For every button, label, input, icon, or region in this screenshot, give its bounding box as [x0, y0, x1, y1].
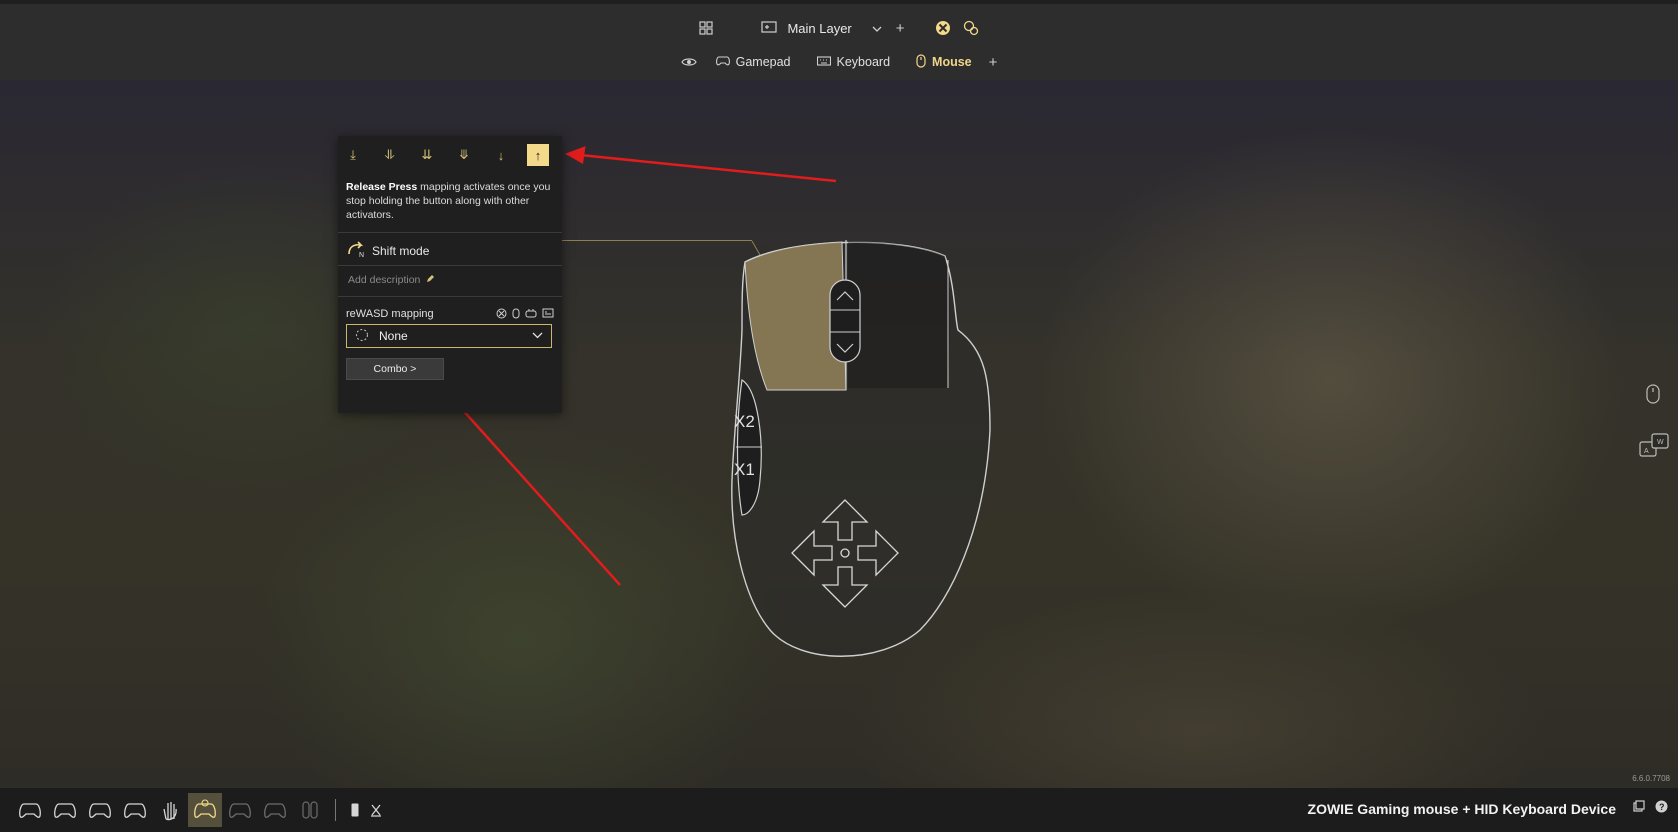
version-label: 6.6.0.7708 [1632, 774, 1670, 783]
right-button-zone [848, 241, 950, 388]
gamepad-icon[interactable] [118, 793, 152, 827]
joycon-icon[interactable] [293, 793, 327, 827]
device-name: ZOWIE Gaming mouse + HID Keyboard Device [1307, 801, 1616, 817]
divider [338, 265, 562, 266]
hand-icon[interactable] [153, 793, 187, 827]
window-icon[interactable] [1633, 800, 1645, 816]
activator-name: Release Press [346, 181, 418, 193]
double-press-icon[interactable]: ⇊ [416, 144, 438, 166]
svg-text:N: N [359, 252, 364, 258]
selected-mapping: None [379, 329, 408, 343]
remote-icon[interactable] [366, 793, 386, 827]
gamepad-icon[interactable] [83, 793, 117, 827]
mapping-type-icons [496, 308, 554, 322]
mapping-select[interactable]: None [346, 324, 552, 348]
gamepad-mapping-icon[interactable] [525, 308, 537, 322]
divider [335, 799, 336, 821]
mouse-keyboard-combo-icon[interactable] [188, 793, 222, 827]
mouse-mapping-icon[interactable] [512, 308, 520, 322]
dotted-circle-icon [355, 328, 369, 345]
activator-mode-row: ⤓ ⥥ ⇊ ⤋ ↓ ↑ [342, 144, 549, 166]
gamepad-icon[interactable] [258, 793, 292, 827]
long-press-icon[interactable]: ⥥ [379, 144, 401, 166]
triple-press-icon[interactable]: ⤋ [453, 144, 475, 166]
device-bar: ZOWIE Gaming mouse + HID Keyboard Device… [0, 788, 1678, 832]
bottom-right-icons: ? [1633, 800, 1668, 816]
divider [338, 232, 562, 233]
pencil-icon[interactable] [426, 274, 435, 286]
x1-label[interactable]: X1 [734, 460, 755, 480]
gamepad-icon[interactable] [13, 793, 47, 827]
shift-mode-label: Shift mode [372, 243, 430, 258]
help-icon[interactable]: ? [1655, 800, 1668, 816]
svg-text:?: ? [1659, 802, 1665, 812]
combo-button[interactable]: Combo > [346, 358, 444, 380]
shift-arrow-icon: N [346, 240, 366, 261]
x2-label[interactable]: X2 [734, 412, 755, 432]
gamepad-icon[interactable] [48, 793, 82, 827]
add-description-label: Add description [348, 274, 421, 286]
svg-text:W: W [1657, 439, 1664, 446]
svg-text:A: A [1644, 448, 1649, 455]
phone-icon[interactable] [345, 793, 365, 827]
divider [338, 296, 562, 297]
xbox-mapping-icon[interactable] [496, 308, 507, 322]
shift-mode-row[interactable]: N Shift mode [346, 240, 429, 261]
mapping-panel: ⤓ ⥥ ⇊ ⤋ ↓ ↑ Release Press mapping activa… [338, 136, 562, 413]
press-icon[interactable]: ↓ [490, 144, 512, 166]
keyboard-mapping-icon[interactable] [542, 308, 554, 322]
keyboard-overlay-icon[interactable]: AW [1638, 432, 1670, 463]
activator-description: Release Press mapping activates once you… [346, 180, 552, 222]
add-description[interactable]: Add description [348, 274, 435, 286]
mouse-icon[interactable] [1646, 384, 1660, 407]
mapping-label: reWASD mapping [346, 308, 434, 320]
release-press-icon[interactable]: ↑ [527, 144, 549, 166]
gamepad-icon[interactable] [223, 793, 257, 827]
chevron-down-icon [532, 330, 543, 342]
mouse-diagram [431, 146, 991, 657]
start-press-icon[interactable]: ⤓ [342, 144, 364, 166]
